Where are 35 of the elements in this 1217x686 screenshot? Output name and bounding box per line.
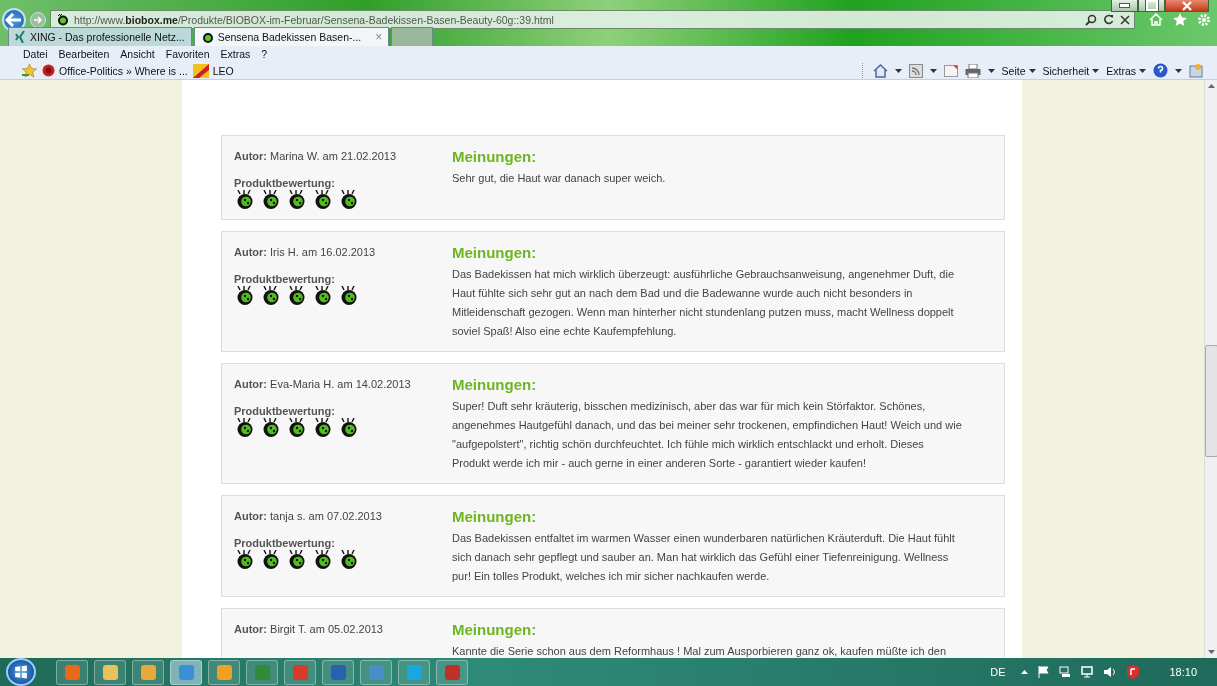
review-heading: Meinungen: [452, 148, 538, 165]
favorites-link[interactable]: LEO [192, 63, 234, 78]
language-indicator[interactable]: DE [990, 666, 1006, 678]
menu-item[interactable]: Extras [220, 48, 251, 61]
review-heading: Meinungen: [452, 621, 538, 638]
review-text: Das Badekissen hat mich wirklich überzeugt: ausführliche Gebrauchsanweisung, angenehmer Duft, die Haut fühlte sich sehr gut an nach dem Bad und die Badewanne wurde auch nicht besonders in Mitleidenschaft gezogen. Wenn man hinterher nicht stundenlang putzen muss, macht Wellness doppelt soviel Spaß! Also eine echte Kaufempfehlung. [452, 267, 955, 339]
review-author: Autor: tanja s. am 07.02.2013 [234, 510, 383, 522]
menu-item[interactable]: Favoriten [165, 48, 210, 61]
review-author: Autor: Iris H. am 16.02.2013 [234, 246, 377, 258]
menu-item[interactable]: ? [261, 48, 268, 61]
review-text: Kannte die Serie schon aus dem Reformhaus ! Mal zum Ausporbieren ganz ok, kaufen müßte ich den [452, 644, 948, 658]
review-heading: Meinungen: [452, 376, 538, 393]
command-menu[interactable]: Sicherheit [1042, 64, 1100, 77]
review-author: Autor: Birgit T. am 05.02.2013 [234, 623, 384, 635]
review-author: Autor: Eva-Maria H. am 14.02.2013 [234, 378, 412, 390]
browser-tab[interactable]: XING - Das professionelle Netz... [8, 26, 192, 46]
review-text: Super! Duft sehr kräuterig, bisschen medizinisch, aber das war für mich kein Störfaktor. Schönes, angenehmes Hautgefühl danach, und das bei meiner sehr trockenen, empfindichen Haut! Weich und wie "aufgepolstert", richtig schön durchfeuchtet. Ich fühle mich wirklich entschlackt und erholt. Dieses Produkt werde ich mir - auch gerne in einer anderen Sorte - garantiert wieder kaufen! [452, 399, 962, 471]
favorites-link[interactable]: Office-Politics » Where is ... [42, 64, 188, 78]
rating-label: Produktbewertung: [234, 537, 336, 549]
command-menu[interactable]: Extras [1106, 64, 1146, 77]
menu-item[interactable]: Datei [23, 48, 48, 61]
review-author: Autor: Marina W. am 21.02.2013 [234, 150, 397, 162]
url-text: http://www.biobox.me/Produkte/BIOBOX-im-Februar/Sensena-Badekissen-Basen-Beauty-60g::39.html [74, 13, 555, 26]
menu-item[interactable]: Bearbeiten [58, 48, 110, 61]
rating-label: Produktbewertung: [234, 273, 336, 285]
review-text: Sehr gut, die Haut war danach super weich. [452, 171, 667, 186]
menu-item[interactable]: Ansicht [120, 48, 155, 61]
review-heading: Meinungen: [452, 508, 538, 525]
address-bar[interactable]: http://www.biobox.me/Produkte/BIOBOX-im-Februar/Sensena-Badekissen-Basen-Beauty-60g::39.html [50, 10, 1135, 30]
clock[interactable]: 18:10 [1169, 666, 1197, 678]
review-text: Das Badekissen entfaltet im warmen Wasser einen wunderbaren natürlichen Kräuterduft. Die Haut fühlt sich danach sehr gepflegt und sauber an. Man hat wirklich das Gefühl einer Tiefenreinigung. Wellness pur! Ein tolles Produkt, welches ich mir sicher nachkaufen werde. [452, 531, 956, 584]
review-heading: Meinungen: [452, 244, 538, 261]
rating-label: Produktbewertung: [234, 405, 336, 417]
command-menu[interactable]: Seite [1001, 64, 1036, 77]
rating-label: Produktbewertung: [234, 177, 336, 189]
